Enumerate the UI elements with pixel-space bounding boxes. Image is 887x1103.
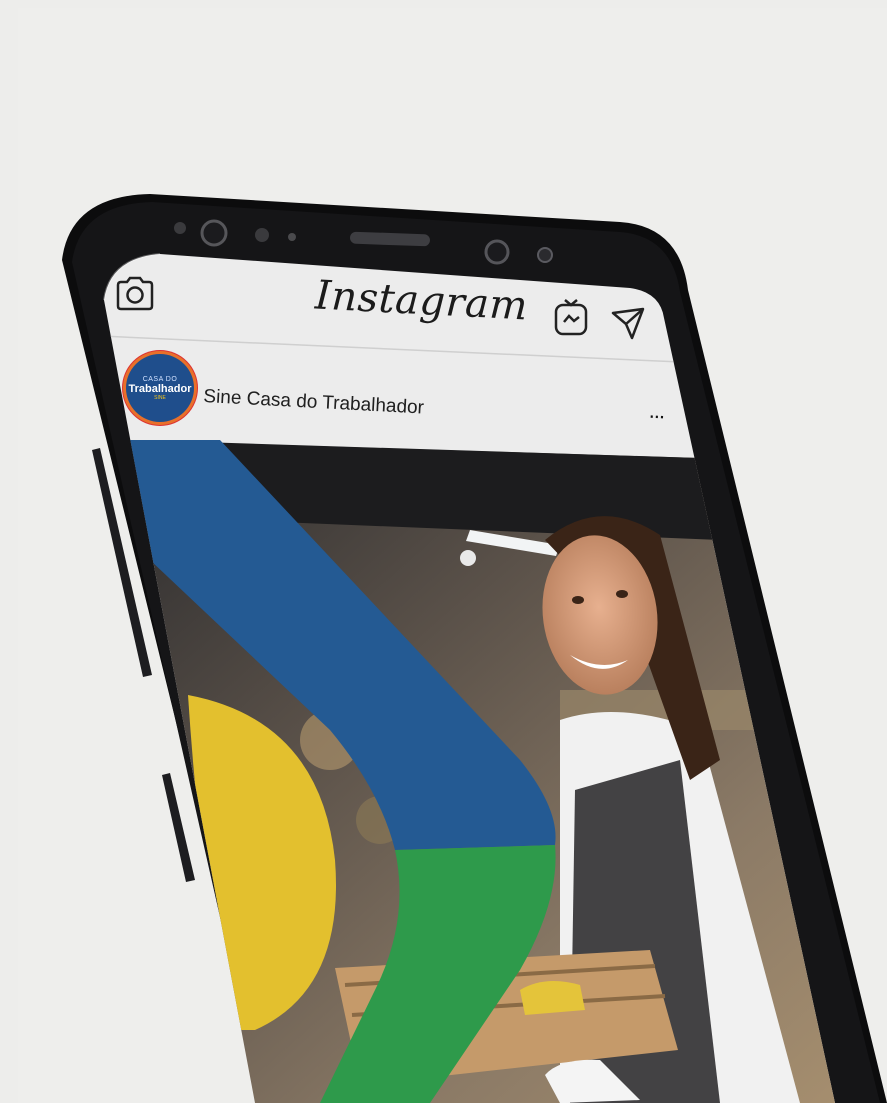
sensor-dot [255,228,269,242]
sensor-dot [174,222,186,234]
avatar-text-bottom: SINE [154,394,166,401]
phone-mockup [62,194,887,1103]
direct-message-icon[interactable] [610,305,646,341]
igtv-icon[interactable] [553,297,589,337]
side-button-2 [162,773,195,882]
sensor-dot [288,233,296,241]
camera-icon[interactable] [114,275,156,311]
avatar-text-top: CASA DO [142,375,178,383]
avatar[interactable]: CASA DO Trabalhador SINE [126,354,194,422]
more-options-icon[interactable]: ... [648,398,665,425]
sensor-dot [537,247,553,263]
iris-scanner [484,239,510,265]
front-camera [200,219,228,247]
avatar-text-main: Trabalhador [128,382,192,395]
